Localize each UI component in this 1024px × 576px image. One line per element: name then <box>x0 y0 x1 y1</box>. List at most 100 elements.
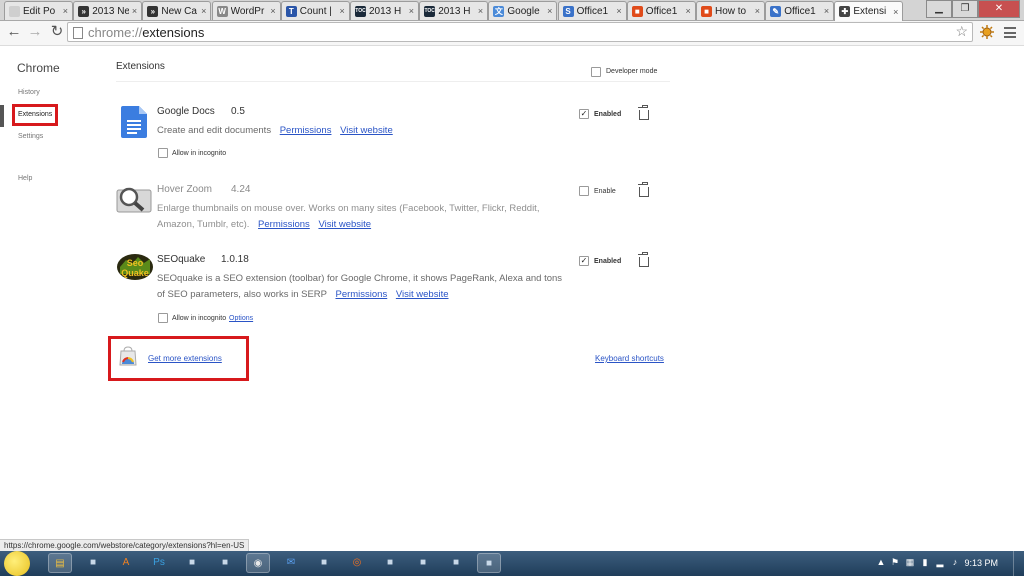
chrome-icon[interactable]: ◉ <box>246 553 270 573</box>
sidebar-item-help[interactable]: Help <box>18 175 32 182</box>
permissions-link[interactable]: Permissions <box>280 125 332 136</box>
back-button[interactable]: ← <box>6 24 22 40</box>
developer-mode-checkbox[interactable] <box>591 67 601 77</box>
menu-icon[interactable] <box>1004 27 1016 38</box>
battery-icon[interactable]: ▮ <box>920 557 930 568</box>
tab[interactable]: S Office1 × <box>557 1 627 20</box>
app-icon[interactable]: ■ <box>81 553 105 573</box>
extension-sun-icon[interactable] <box>980 25 994 39</box>
tab-close-icon[interactable]: × <box>616 6 621 16</box>
enabled-checkbox[interactable]: ✓ <box>579 109 589 119</box>
show-desktop-button[interactable] <box>1013 551 1024 576</box>
tab-title: Extensi <box>853 6 887 17</box>
tab[interactable]: TOC 2013 H × <box>419 1 489 20</box>
favicon-icon: S <box>562 5 574 17</box>
tab[interactable]: Edit Po × <box>4 1 73 20</box>
tab-close-icon[interactable]: × <box>340 6 345 16</box>
keyboard-shortcuts-link[interactable]: Keyboard shortcuts <box>595 354 664 363</box>
tab-title: Google <box>507 5 540 17</box>
trash-icon[interactable] <box>638 252 649 267</box>
sidebar-item-settings[interactable]: Settings <box>18 133 43 140</box>
enabled-checkbox[interactable]: ✓ <box>579 256 589 266</box>
extension-name: Hover Zoom <box>157 184 213 195</box>
enabled-label: Enabled <box>594 111 622 118</box>
tab-title: Office1 <box>784 5 816 17</box>
enable-checkbox[interactable] <box>579 186 589 196</box>
photoshop-icon[interactable]: Ps <box>147 553 171 573</box>
reload-button[interactable]: ↻ <box>49 24 65 40</box>
app-icon[interactable]: ■ <box>312 553 336 573</box>
app-icon[interactable]: ■ <box>444 553 468 573</box>
network-icon[interactable]: ▦ <box>905 557 915 568</box>
tab[interactable]: T Count | × <box>280 1 350 20</box>
tab-close-icon[interactable]: × <box>132 6 137 16</box>
tab-close-icon[interactable]: × <box>270 6 275 16</box>
sidebar-item-history[interactable]: History <box>18 89 40 96</box>
tab-close-icon[interactable]: × <box>63 6 68 16</box>
forward-button[interactable]: → <box>27 24 43 40</box>
app-icon[interactable]: ■ <box>378 553 402 573</box>
get-more-extensions-link[interactable]: Get more extensions <box>148 354 222 363</box>
explorer-icon[interactable]: ▤ <box>48 553 72 573</box>
tab[interactable]: » 2013 Ne × <box>73 1 143 20</box>
flag-icon[interactable]: ⚑ <box>890 557 900 568</box>
app-icon[interactable]: ■ <box>213 553 237 573</box>
window-controls: ▁ ❐ ✕ <box>926 0 1020 18</box>
tab-close-icon[interactable]: × <box>893 7 898 17</box>
google-docs-icon <box>121 106 147 141</box>
url-text: chrome://extensions <box>88 25 205 40</box>
avast-icon[interactable]: A <box>114 553 138 573</box>
tab[interactable]: ■ Office1 × <box>626 1 696 20</box>
tab-strip: Edit Po ×» 2013 Ne ×» New Ca × W WordPr × T Count … <box>0 0 1024 21</box>
hover-zoom-icon <box>116 184 152 217</box>
incognito-checkbox[interactable] <box>158 148 168 158</box>
tab-title: 2013 H <box>369 5 402 17</box>
extension-version: 0.5 <box>231 106 245 117</box>
tab[interactable]: W WordPr × <box>211 1 281 20</box>
tab[interactable]: ✚ Extensi × <box>834 1 904 21</box>
tab[interactable]: TOC 2013 H × <box>350 1 419 20</box>
app-icon[interactable]: ■ <box>180 553 204 573</box>
tab[interactable]: ■ How to × <box>696 1 765 20</box>
maximize-button[interactable]: ❐ <box>952 0 978 18</box>
volume-icon[interactable]: ♪ <box>950 557 960 568</box>
trash-icon[interactable] <box>638 182 649 197</box>
extension-name: Google Docs <box>157 106 215 117</box>
visit-website-link[interactable]: Visit website <box>340 125 393 136</box>
tab-close-icon[interactable]: × <box>547 6 552 16</box>
tab-close-icon[interactable]: × <box>824 6 829 16</box>
favicon-icon: ■ <box>631 5 643 17</box>
favicon-icon <box>9 5 20 17</box>
signal-icon[interactable]: ▂ <box>935 557 945 568</box>
tab-title: How to <box>715 5 747 17</box>
minimize-button[interactable]: ▁ <box>926 0 952 18</box>
tab-close-icon[interactable]: × <box>686 6 691 16</box>
visit-website-link[interactable]: Visit website <box>318 219 371 230</box>
svg-text:Seo: Seo <box>127 258 144 268</box>
address-bar[interactable]: chrome://extensions ☆ <box>67 22 973 42</box>
close-window-button[interactable]: ✕ <box>978 0 1020 18</box>
tab[interactable]: 文 Google × <box>488 1 558 20</box>
trash-icon[interactable] <box>638 105 649 120</box>
tab-close-icon[interactable]: × <box>755 6 760 16</box>
clock[interactable]: 9:13 PM <box>964 558 998 568</box>
star-icon[interactable]: ☆ <box>955 23 968 40</box>
tab-close-icon[interactable]: × <box>409 6 414 16</box>
tab-close-icon[interactable]: × <box>201 6 206 16</box>
browser-toolbar: ← → ↻ chrome://extensions ☆ <box>0 21 1024 46</box>
firefox-icon[interactable]: ◎ <box>345 553 369 573</box>
visit-website-link[interactable]: Visit website <box>396 289 449 300</box>
tab-close-icon[interactable]: × <box>478 6 483 16</box>
page-title: Extensions <box>116 61 165 72</box>
app-icon[interactable]: ■ <box>477 553 501 573</box>
start-button[interactable] <box>4 551 30 576</box>
options-link[interactable]: Options <box>229 315 253 322</box>
tray-arrow-icon[interactable]: ▲ <box>876 557 886 568</box>
tab[interactable]: ✎ Office1 × <box>765 1 835 20</box>
permissions-link[interactable]: Permissions <box>258 219 310 230</box>
tab[interactable]: » New Ca × <box>142 1 212 20</box>
permissions-link[interactable]: Permissions <box>335 289 387 300</box>
app-icon[interactable]: ■ <box>411 553 435 573</box>
thunderbird-icon[interactable]: ✉ <box>279 553 303 573</box>
incognito-checkbox[interactable] <box>158 313 168 323</box>
